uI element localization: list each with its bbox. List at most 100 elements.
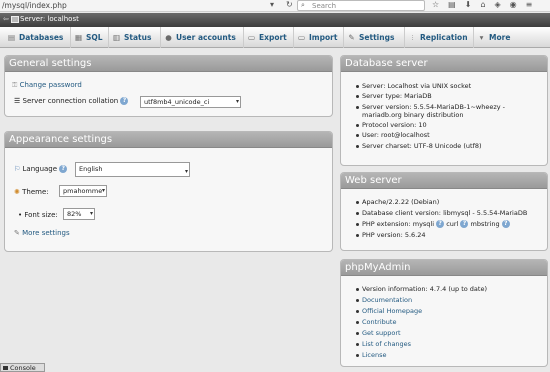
url-field[interactable]: /mysql/index.php [2, 1, 67, 10]
help-icon[interactable]: ? [120, 97, 129, 105]
bullet-icon [356, 288, 359, 291]
search-placeholder: Search [312, 2, 337, 10]
shield-icon[interactable]: ◈ [495, 0, 510, 9]
browser-toolbar: /mysql/index.php ▾ ↻ ⌕ Search ☆▤⬇⌂◈◉≡ [0, 0, 550, 12]
bullet-icon [356, 310, 359, 313]
bullet-icon [356, 134, 359, 137]
language-icon: ⚐ [14, 165, 21, 173]
extension-icon[interactable]: ◉ [510, 0, 526, 9]
tab-label: Import [309, 33, 338, 42]
tab-databases[interactable]: ▤ Databases [4, 27, 71, 48]
back-arrow-icon[interactable]: ⇦ [3, 15, 9, 23]
tab-label: Status [124, 33, 152, 42]
tab-settings[interactable]: ✎ Settings [344, 27, 405, 48]
tab-user-accounts[interactable]: ● User accounts [161, 27, 244, 48]
reader-icon[interactable]: ▤ [448, 0, 465, 9]
documentation-link[interactable]: Documentation [362, 296, 412, 304]
license-link[interactable]: License [362, 351, 387, 359]
help-icon[interactable]: ? [436, 220, 445, 228]
change-password-link[interactable]: Change password [20, 81, 82, 89]
theme-label: Theme: [22, 188, 49, 196]
bullet-icon [356, 332, 359, 335]
web-server-item: PHP version: 5.6.24 [362, 231, 426, 239]
chevron-down-icon: ▾ [101, 187, 105, 194]
homepage-link[interactable]: Official Homepage [362, 307, 422, 315]
browser-toolbar-icons: ☆▤⬇⌂◈◉≡ [432, 0, 541, 9]
tab-more[interactable]: ▾ More [474, 27, 519, 48]
key-icon: ⚿ [12, 81, 18, 89]
console-label: Console [10, 364, 36, 372]
help-icon[interactable]: ? [460, 220, 469, 228]
download-icon[interactable]: ⬇ [465, 0, 481, 9]
collation-select[interactable]: utf8mb4_unicode_ci ▾ [140, 96, 241, 108]
language-row: ⚐ Language ? [14, 165, 68, 173]
font-size-select-value: 82% [67, 210, 82, 218]
db-server-item: mariadb.org binary distribution [362, 111, 464, 119]
tab-label: User accounts [176, 33, 236, 42]
history-dropdown-icon[interactable]: ▾ [270, 0, 274, 9]
bullet-icon [356, 354, 359, 357]
theme-select[interactable]: pmahomme ▾ [59, 185, 107, 197]
phpmyadmin-title: phpMyAdmin [341, 260, 547, 276]
breadcrumb-server[interactable]: Server: localhost [20, 15, 79, 23]
search-icon: ⌕ [301, 1, 305, 9]
database-server-panel: Database server Server: Localhost via UN… [340, 55, 548, 166]
bullet-icon: • [18, 211, 23, 219]
language-select-value: English [79, 165, 103, 173]
collation-select-value: utf8mb4_unicode_ci [144, 98, 210, 106]
bullet-icon [356, 124, 359, 127]
chevron-down-icon: ▾ [235, 98, 239, 105]
tab-export[interactable]: ▭ Export [244, 27, 294, 48]
bullet-icon [356, 85, 359, 88]
bullet-icon [356, 95, 359, 98]
home-icon[interactable]: ⌂ [480, 0, 494, 9]
web-server-panel: Web server Apache/2.2.22 (Debian) Databa… [340, 172, 548, 251]
tab-label: More [489, 33, 511, 42]
php-extension-curl: curl [446, 220, 459, 228]
tab-sql[interactable]: ▦ SQL [71, 27, 109, 48]
font-size-select[interactable]: 82% ▾ [63, 208, 95, 220]
wrench-icon: ✎ [14, 229, 20, 237]
web-server-item: Database client version: libmysql - 5.5.… [362, 209, 528, 217]
chevron-down-icon: ▾ [89, 210, 93, 217]
reload-icon[interactable]: ↻ [286, 0, 293, 9]
bullet-icon [356, 223, 359, 226]
contribute-link[interactable]: Contribute [362, 318, 396, 326]
language-label: Language [22, 165, 58, 173]
console-button[interactable]: Console [0, 363, 45, 372]
db-server-item: Server version: 5.5.54-MariaDB-1~wheezy … [362, 103, 506, 111]
console-icon [3, 366, 8, 370]
appearance-settings-title: Appearance settings [5, 132, 332, 148]
theme-row: ✺ Theme: [14, 188, 49, 196]
tab-replication[interactable]: ⫶ Replication [405, 27, 474, 48]
menu-icon[interactable]: ≡ [526, 0, 542, 9]
tab-label: Settings [359, 33, 395, 42]
php-extension-mbstring: mbstring [470, 220, 500, 228]
breadcrumb: ⇦ Server: localhost [0, 13, 550, 27]
chevron-down-icon: ▾ [479, 33, 484, 42]
language-select[interactable]: English ▾ [75, 162, 190, 177]
database-server-title: Database server [341, 56, 547, 72]
bookmark-star-icon[interactable]: ☆ [432, 0, 448, 9]
more-settings-link[interactable]: More settings [22, 229, 70, 237]
help-icon[interactable]: ? [59, 165, 68, 173]
db-server-item: Server: Localhost via UNIX socket [362, 82, 472, 90]
changes-link[interactable]: List of changes [362, 340, 411, 348]
bullet-icon [356, 201, 359, 204]
collation-label: Server connection collation [22, 97, 119, 105]
tab-status[interactable]: ▥ Status [109, 27, 161, 48]
search-input[interactable]: ⌕ Search [297, 0, 425, 11]
users-icon: ● [165, 33, 172, 42]
help-icon[interactable]: ? [501, 220, 510, 228]
bullet-icon [356, 212, 359, 215]
bullet-icon [356, 106, 359, 109]
export-icon: ▭ [247, 33, 256, 42]
db-server-item: Protocol version: 10 [362, 121, 427, 129]
server-icon [11, 16, 19, 23]
tab-label: Replication [420, 33, 468, 42]
get-support-link[interactable]: Get support [362, 329, 401, 337]
tab-label: SQL [86, 33, 103, 42]
more-settings-row: ✎ More settings [14, 229, 70, 237]
tab-import[interactable]: ▭ Import [294, 27, 344, 48]
tab-label: Databases [19, 33, 64, 42]
